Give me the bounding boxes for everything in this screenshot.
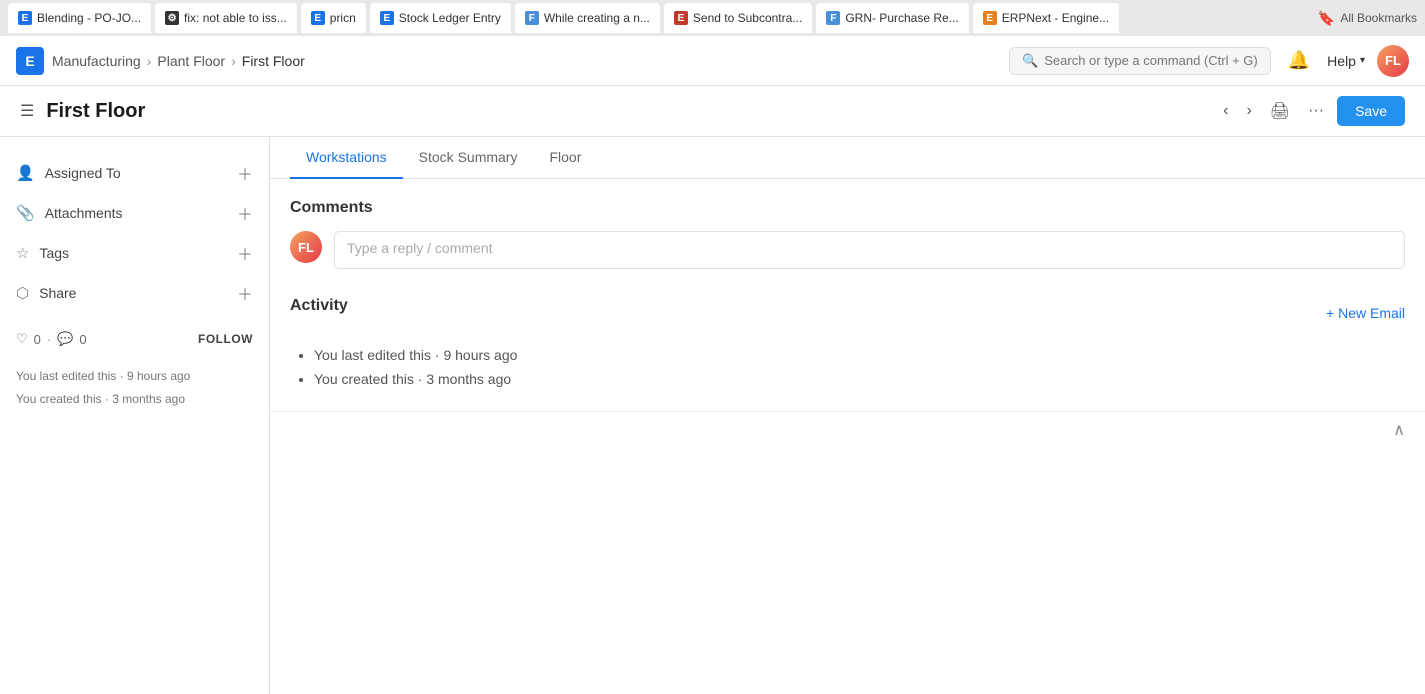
bookmarks-area[interactable]: 🔖 All Bookmarks — [1318, 10, 1417, 27]
app-header: E Manufacturing › Plant Floor › First Fl… — [0, 36, 1425, 86]
comment-input[interactable]: Type a reply / comment — [334, 231, 1405, 269]
comment-icon[interactable]: 💬 — [57, 331, 73, 347]
sidebar-item-attachments[interactable]: 📎 Attachments ＋ — [0, 193, 269, 233]
collapse-bar: ∧ — [270, 411, 1425, 448]
notifications-button[interactable]: 🔔 — [1283, 45, 1315, 76]
main-content: WorkstationsStock SummaryFloor Comments … — [270, 137, 1425, 694]
breadcrumb-manufacturing[interactable]: Manufacturing — [52, 53, 141, 69]
search-icon: 🔍 — [1022, 53, 1038, 69]
tags-icon: ☆ — [16, 244, 29, 262]
browser-tab-tab8[interactable]: EERPNext - Engine... — [973, 3, 1119, 33]
comment-placeholder: Type a reply / comment — [347, 240, 493, 256]
comments-count: 0 — [79, 332, 86, 347]
breadcrumb-sep2: › — [231, 53, 236, 69]
app-logo[interactable]: E — [16, 47, 44, 75]
activity-item-act2: You created this · 3 months ago — [314, 367, 1405, 391]
browser-tab-tab1[interactable]: EBlending - PO-JO... — [8, 3, 151, 33]
sidebar-activity: You last edited this · 9 hours ago You c… — [0, 357, 269, 419]
browser-tab-tab4[interactable]: EStock Ledger Entry — [370, 3, 511, 33]
help-chevron-icon: ▾ — [1360, 55, 1365, 66]
header-right: 🔍 Search or type a command (Ctrl + G) 🔔 … — [1009, 45, 1409, 77]
browser-tab-tab5[interactable]: FWhile creating a n... — [515, 3, 660, 33]
tab-stock-summary[interactable]: Stock Summary — [403, 137, 534, 179]
sidebar-item-share[interactable]: ⬡ Share ＋ — [0, 273, 269, 313]
search-box[interactable]: 🔍 Search or type a command (Ctrl + G) — [1009, 47, 1271, 75]
share-label: Share — [39, 285, 227, 301]
follow-button[interactable]: FOLLOW — [198, 332, 253, 346]
tags-label: Tags — [39, 245, 227, 261]
tab-workstations[interactable]: Workstations — [290, 137, 403, 179]
tags-add-btn[interactable]: ＋ — [237, 241, 253, 265]
content-area: 👤 Assigned To ＋ 📎 Attachments ＋ ☆ Tags ＋… — [0, 137, 1425, 694]
breadcrumb-sep1: › — [147, 53, 152, 69]
save-button[interactable]: Save — [1337, 96, 1405, 126]
more-options-button[interactable]: ··· — [1303, 97, 1329, 125]
print-button[interactable]: 🖨 — [1265, 96, 1295, 126]
page-header-actions: ‹ › 🖨 ··· Save — [1218, 96, 1405, 126]
menu-toggle-icon[interactable]: ☰ — [20, 101, 34, 121]
last-edited-text: You last edited this · 9 hours ago — [16, 367, 253, 386]
activity-header: Activity + New Email — [290, 297, 1405, 329]
attachments-label: Attachments — [45, 205, 227, 221]
sidebar-stats: ♡ 0 · 💬 0 FOLLOW — [0, 321, 269, 357]
breadcrumb: Manufacturing › Plant Floor › First Floo… — [52, 53, 305, 69]
assigned-to-icon: 👤 — [16, 164, 35, 182]
comments-title: Comments — [290, 199, 1405, 217]
tab-floor[interactable]: Floor — [533, 137, 597, 179]
attachments-icon: 📎 — [16, 204, 35, 222]
sidebar-item-assigned-to[interactable]: 👤 Assigned To ＋ — [0, 153, 269, 193]
new-email-button[interactable]: + New Email — [1326, 305, 1405, 321]
activity-item-act1: You last edited this · 9 hours ago — [314, 343, 1405, 367]
browser-tab-tab2[interactable]: ⚙fix: not able to iss... — [155, 3, 297, 33]
prev-button[interactable]: ‹ — [1218, 97, 1233, 125]
browser-tab-tab6[interactable]: ESend to Subcontra... — [664, 3, 812, 33]
activity-title: Activity — [290, 297, 348, 315]
assigned-to-label: Assigned To — [45, 165, 227, 181]
page-container: ☰ First Floor ‹ › 🖨 ··· Save 👤 Assigned … — [0, 86, 1425, 694]
comment-avatar: FL — [290, 231, 322, 263]
activity-list: You last edited this · 9 hours agoYou cr… — [290, 343, 1405, 391]
collapse-icon[interactable]: ∧ — [1393, 420, 1405, 440]
share-add-btn[interactable]: ＋ — [237, 281, 253, 305]
sidebar-item-tags[interactable]: ☆ Tags ＋ — [0, 233, 269, 273]
assigned-to-add-btn[interactable]: ＋ — [237, 161, 253, 185]
comment-input-row: FL Type a reply / comment — [290, 231, 1405, 269]
help-label: Help — [1327, 53, 1356, 69]
next-button[interactable]: › — [1241, 97, 1256, 125]
activity-section: Activity + New Email You last edited thi… — [270, 277, 1425, 411]
browser-tabs-bar: EBlending - PO-JO...⚙fix: not able to is… — [0, 0, 1425, 36]
sidebar: 👤 Assigned To ＋ 📎 Attachments ＋ ☆ Tags ＋… — [0, 137, 270, 694]
stat-separator: · — [47, 332, 51, 347]
attachments-add-btn[interactable]: ＋ — [237, 201, 253, 225]
help-menu[interactable]: Help ▾ — [1327, 53, 1365, 69]
share-icon: ⬡ — [16, 284, 29, 302]
user-avatar[interactable]: FL — [1377, 45, 1409, 77]
search-placeholder: Search or type a command (Ctrl + G) — [1044, 53, 1258, 68]
bookmarks-label: All Bookmarks — [1340, 11, 1417, 25]
page-header: ☰ First Floor ‹ › 🖨 ··· Save — [0, 86, 1425, 137]
browser-tab-tab3[interactable]: Epricn — [301, 3, 366, 33]
comments-section: Comments FL Type a reply / comment — [270, 179, 1425, 277]
created-text: You created this · 3 months ago — [16, 390, 253, 409]
page-title: First Floor — [46, 100, 145, 123]
breadcrumb-plant-floor[interactable]: Plant Floor — [157, 53, 225, 69]
breadcrumb-current: First Floor — [242, 53, 305, 69]
likes-count: 0 — [34, 332, 41, 347]
like-icon[interactable]: ♡ — [16, 331, 28, 347]
tabs-bar: WorkstationsStock SummaryFloor — [270, 137, 1425, 179]
browser-tab-tab7[interactable]: FGRN- Purchase Re... — [816, 3, 968, 33]
